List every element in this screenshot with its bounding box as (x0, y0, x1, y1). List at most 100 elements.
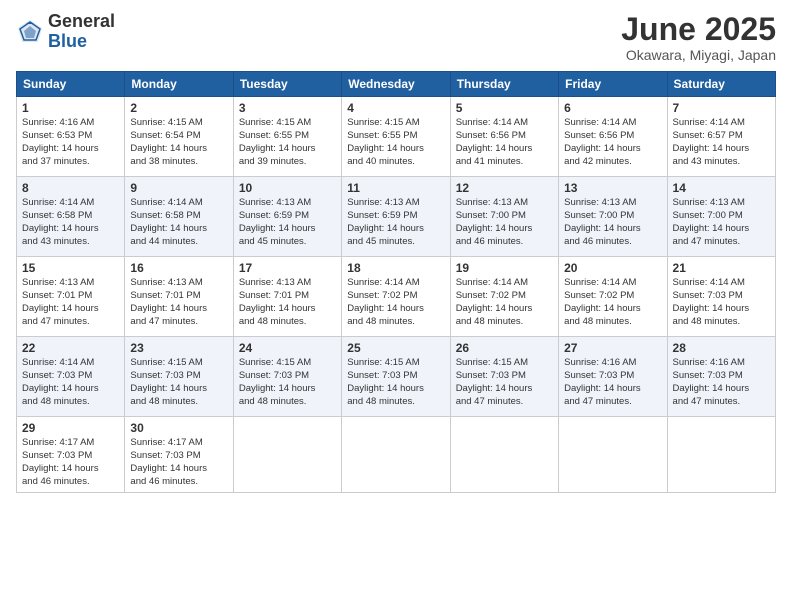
day-number: 10 (239, 181, 336, 195)
day-number: 15 (22, 261, 119, 275)
calendar-day-18: 18 Sunrise: 4:14 AM Sunset: 7:02 PM Dayli… (342, 257, 450, 337)
day-info: Sunrise: 4:14 AM Sunset: 6:58 PM Dayligh… (22, 197, 119, 248)
calendar-day-2: 2Sunrise: 4:15 AM Sunset: 6:54 PM Daylig… (125, 97, 233, 177)
calendar-day-4: 4Sunrise: 4:15 AM Sunset: 6:55 PM Daylig… (342, 97, 450, 177)
day-info: Sunrise: 4:13 AM Sunset: 6:59 PM Dayligh… (239, 197, 336, 248)
day-number: 5 (456, 101, 553, 115)
day-number: 19 (456, 261, 553, 275)
calendar-day-14: 14 Sunrise: 4:13 AM Sunset: 7:00 PM Dayli… (667, 177, 775, 257)
calendar-day-16: 16 Sunrise: 4:13 AM Sunset: 7:01 PM Dayli… (125, 257, 233, 337)
main-title: June 2025 (621, 12, 776, 47)
calendar-day-empty (667, 417, 775, 493)
calendar-day-26: 26 Sunrise: 4:15 AM Sunset: 7:03 PM Dayli… (450, 337, 558, 417)
logo-text: General Blue (48, 12, 115, 52)
calendar-day-13: 13 Sunrise: 4:13 AM Sunset: 7:00 PM Dayli… (559, 177, 667, 257)
calendar-day-20: 20 Sunrise: 4:14 AM Sunset: 7:02 PM Dayli… (559, 257, 667, 337)
day-info: Sunrise: 4:14 AM Sunset: 7:02 PM Dayligh… (456, 277, 553, 328)
col-thursday: Thursday (450, 72, 558, 97)
day-number: 28 (673, 341, 770, 355)
calendar-day-24: 24 Sunrise: 4:15 AM Sunset: 7:03 PM Dayli… (233, 337, 341, 417)
day-info: Sunrise: 4:14 AM Sunset: 6:58 PM Dayligh… (130, 197, 227, 248)
day-info: Sunrise: 4:13 AM Sunset: 7:00 PM Dayligh… (673, 197, 770, 248)
day-number: 29 (22, 421, 119, 435)
calendar-day-17: 17 Sunrise: 4:13 AM Sunset: 7:01 PM Dayli… (233, 257, 341, 337)
day-number: 8 (22, 181, 119, 195)
col-monday: Monday (125, 72, 233, 97)
day-number: 11 (347, 181, 444, 195)
calendar-day-12: 12 Sunrise: 4:13 AM Sunset: 7:00 PM Dayli… (450, 177, 558, 257)
col-tuesday: Tuesday (233, 72, 341, 97)
day-number: 24 (239, 341, 336, 355)
day-number: 13 (564, 181, 661, 195)
header: General Blue June 2025 Okawara, Miyagi, … (16, 12, 776, 63)
day-info: Sunrise: 4:13 AM Sunset: 7:00 PM Dayligh… (456, 197, 553, 248)
calendar-day-23: 23 Sunrise: 4:15 AM Sunset: 7:03 PM Dayli… (125, 337, 233, 417)
day-info: Sunrise: 4:15 AM Sunset: 7:03 PM Dayligh… (456, 357, 553, 408)
day-info: Sunrise: 4:16 AM Sunset: 7:03 PM Dayligh… (564, 357, 661, 408)
calendar-day-19: 19 Sunrise: 4:14 AM Sunset: 7:02 PM Dayli… (450, 257, 558, 337)
day-info: Sunrise: 4:15 AM Sunset: 6:55 PM Dayligh… (239, 117, 336, 168)
day-info: Sunrise: 4:15 AM Sunset: 7:03 PM Dayligh… (347, 357, 444, 408)
day-number: 23 (130, 341, 227, 355)
day-info: Sunrise: 4:15 AM Sunset: 7:03 PM Dayligh… (239, 357, 336, 408)
day-info: Sunrise: 4:16 AM Sunset: 7:03 PM Dayligh… (673, 357, 770, 408)
calendar-table: Sunday Monday Tuesday Wednesday Thursday… (16, 71, 776, 493)
day-number: 16 (130, 261, 227, 275)
calendar-day-25: 25 Sunrise: 4:15 AM Sunset: 7:03 PM Dayli… (342, 337, 450, 417)
calendar-week-3: 15 Sunrise: 4:13 AM Sunset: 7:01 PM Dayli… (17, 257, 776, 337)
col-sunday: Sunday (17, 72, 125, 97)
day-info: Sunrise: 4:14 AM Sunset: 7:02 PM Dayligh… (564, 277, 661, 328)
calendar-day-9: 9 Sunrise: 4:14 AM Sunset: 6:58 PM Daylig… (125, 177, 233, 257)
day-info: Sunrise: 4:14 AM Sunset: 6:57 PM Dayligh… (673, 117, 770, 168)
day-number: 22 (22, 341, 119, 355)
calendar-week-1: 1Sunrise: 4:16 AM Sunset: 6:53 PM Daylig… (17, 97, 776, 177)
calendar-day-22: 22Sunrise: 4:14 AM Sunset: 7:03 PM Dayli… (17, 337, 125, 417)
day-number: 6 (564, 101, 661, 115)
logo-icon (16, 18, 44, 46)
day-number: 14 (673, 181, 770, 195)
calendar-day-8: 8 Sunrise: 4:14 AM Sunset: 6:58 PM Daylig… (17, 177, 125, 257)
day-number: 30 (130, 421, 227, 435)
calendar-day-29: 29 Sunrise: 4:17 AM Sunset: 7:03 PM Dayli… (17, 417, 125, 493)
day-info: Sunrise: 4:14 AM Sunset: 6:56 PM Dayligh… (456, 117, 553, 168)
day-number: 26 (456, 341, 553, 355)
calendar-day-7: 7 Sunrise: 4:14 AM Sunset: 6:57 PM Daylig… (667, 97, 775, 177)
subtitle: Okawara, Miyagi, Japan (621, 47, 776, 63)
day-number: 21 (673, 261, 770, 275)
calendar-day-11: 11 Sunrise: 4:13 AM Sunset: 6:59 PM Dayli… (342, 177, 450, 257)
day-info: Sunrise: 4:13 AM Sunset: 7:01 PM Dayligh… (239, 277, 336, 328)
day-info: Sunrise: 4:13 AM Sunset: 7:01 PM Dayligh… (22, 277, 119, 328)
day-info: Sunrise: 4:13 AM Sunset: 7:00 PM Dayligh… (564, 197, 661, 248)
day-info: Sunrise: 4:17 AM Sunset: 7:03 PM Dayligh… (22, 437, 119, 488)
day-info: Sunrise: 4:13 AM Sunset: 6:59 PM Dayligh… (347, 197, 444, 248)
day-info: Sunrise: 4:15 AM Sunset: 6:54 PM Dayligh… (130, 117, 227, 168)
day-number: 3 (239, 101, 336, 115)
col-saturday: Saturday (667, 72, 775, 97)
day-info: Sunrise: 4:13 AM Sunset: 7:01 PM Dayligh… (130, 277, 227, 328)
day-info: Sunrise: 4:14 AM Sunset: 7:03 PM Dayligh… (673, 277, 770, 328)
calendar-day-21: 21 Sunrise: 4:14 AM Sunset: 7:03 PM Dayli… (667, 257, 775, 337)
day-number: 7 (673, 101, 770, 115)
calendar-day-6: 6 Sunrise: 4:14 AM Sunset: 6:56 PM Daylig… (559, 97, 667, 177)
calendar-day-28: 28 Sunrise: 4:16 AM Sunset: 7:03 PM Dayli… (667, 337, 775, 417)
day-info: Sunrise: 4:14 AM Sunset: 6:56 PM Dayligh… (564, 117, 661, 168)
day-number: 25 (347, 341, 444, 355)
calendar-week-2: 8 Sunrise: 4:14 AM Sunset: 6:58 PM Daylig… (17, 177, 776, 257)
calendar-day-1: 1Sunrise: 4:16 AM Sunset: 6:53 PM Daylig… (17, 97, 125, 177)
day-number: 4 (347, 101, 444, 115)
day-info: Sunrise: 4:14 AM Sunset: 7:02 PM Dayligh… (347, 277, 444, 328)
day-number: 12 (456, 181, 553, 195)
col-wednesday: Wednesday (342, 72, 450, 97)
day-info: Sunrise: 4:16 AM Sunset: 6:53 PM Dayligh… (22, 117, 119, 168)
day-number: 9 (130, 181, 227, 195)
day-info: Sunrise: 4:15 AM Sunset: 7:03 PM Dayligh… (130, 357, 227, 408)
day-info: Sunrise: 4:17 AM Sunset: 7:03 PM Dayligh… (130, 437, 227, 488)
day-number: 20 (564, 261, 661, 275)
day-number: 27 (564, 341, 661, 355)
day-number: 18 (347, 261, 444, 275)
day-number: 17 (239, 261, 336, 275)
title-block: June 2025 Okawara, Miyagi, Japan (621, 12, 776, 63)
calendar-day-empty (559, 417, 667, 493)
calendar-day-27: 27 Sunrise: 4:16 AM Sunset: 7:03 PM Dayli… (559, 337, 667, 417)
calendar-day-empty (233, 417, 341, 493)
